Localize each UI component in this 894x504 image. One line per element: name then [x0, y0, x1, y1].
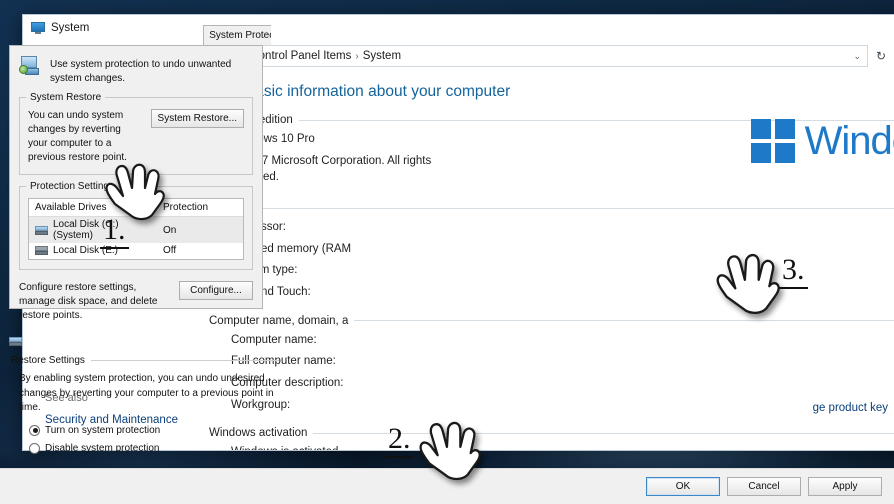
drive-protection-state: Off [163, 245, 177, 256]
system-restore-button[interactable]: System Restore... [150, 109, 244, 128]
group-system-restore: System Restore You can undo system chang… [19, 92, 253, 175]
tab-system-protection[interactable]: System Protection [203, 25, 271, 45]
windows-logo-icon [750, 119, 795, 163]
computer-protection-icon [19, 55, 41, 75]
system-drive-icon [35, 225, 48, 235]
tab-panel-system-protection: Use system protection to undo unwanted s… [9, 45, 263, 321]
section-row: Computer name: [231, 333, 317, 346]
system-restore-description: You can undo system changes by reverting… [28, 110, 127, 163]
drives-list[interactable]: Available Drives Protection Local Disk (… [28, 198, 244, 260]
section-restore-settings: Restore Settings By enabling system prot… [11, 355, 279, 454]
windows-logo-text: Windo [804, 119, 894, 163]
step-number-1: 1. [100, 215, 129, 249]
chevron-down-icon[interactable]: ⌄ [853, 51, 863, 62]
drive-icon [9, 336, 22, 346]
section-windows-activation: Windows activation Windows is activated … [209, 427, 894, 450]
step-number-2: 2. [385, 424, 414, 458]
configure-button[interactable]: Configure... [179, 281, 253, 300]
radio-label: Turn on system protection [45, 424, 161, 436]
change-product-key-link[interactable]: ge product key [813, 402, 888, 414]
section-header: Windows activation [209, 427, 894, 439]
radio-label: Disable system protection [45, 442, 160, 454]
section-title: Restore Settings [11, 355, 85, 366]
restore-settings-description: By enabling system protection, you can u… [19, 373, 274, 413]
section-row: Processor: [231, 219, 894, 236]
radio-indicator[interactable] [29, 442, 40, 454]
breadcrumb-system[interactable]: System [363, 50, 401, 62]
system-properties-dialog: System Properties Computer Name Hardware… [0, 0, 894, 504]
column-available-drives: Available Drives [35, 202, 107, 213]
section-computer-name: Computer name, domain, a Computer name: … [209, 315, 894, 414]
group-legend: Protection Settings [26, 181, 118, 192]
panel-header-text: Use system protection to undo unwanted s… [50, 59, 232, 84]
page-title: View basic information about your comput… [209, 83, 511, 100]
configure-description: Configure restore settings, manage disk … [19, 282, 158, 321]
radio-turn-on-system-protection[interactable]: Turn on system protection [29, 424, 279, 436]
breadcrumb-separator: › [355, 50, 359, 62]
section-row: Workgroup: [231, 398, 291, 411]
table-row[interactable]: Local Disk (C:) (System) On [29, 217, 243, 243]
configure-row: Configure restore settings, manage disk … [19, 281, 253, 323]
drive-icon [35, 246, 48, 255]
dialog-footer: OK Cancel Apply [0, 468, 894, 504]
radio-disable-system-protection[interactable]: Disable system protection [29, 442, 279, 454]
system-protection-local-disk-dialog: System Protection for Local Disk (C:) ✕ … [0, 328, 894, 504]
window-titlebar: System [23, 15, 894, 41]
section-header: Restore Settings [11, 355, 279, 366]
computer-icon [31, 22, 45, 34]
refresh-icon[interactable]: ↻ [871, 46, 891, 66]
group-protection-settings: Protection Settings Available Drives Pro… [19, 181, 253, 270]
section-row: Full computer name: [231, 355, 336, 368]
section-row: Windows is activated [231, 444, 894, 450]
section-row: reserved. [231, 169, 894, 186]
step-number-3: 3. [779, 255, 808, 289]
section-header: Computer name, domain, a [209, 315, 894, 327]
radio-indicator[interactable] [29, 424, 40, 436]
panel-header: Use system protection to undo unwanted s… [19, 55, 253, 85]
column-protection: Protection [163, 202, 209, 213]
windows-logo: Windo [750, 119, 894, 163]
table-row[interactable]: Local Disk (E:) Off [29, 243, 243, 258]
section-row: Computer description: [231, 377, 344, 390]
list-header: Available Drives Protection [29, 199, 243, 217]
group-legend: System Restore [26, 92, 106, 103]
drive-protection-state: On [163, 224, 177, 236]
section-header: System [209, 202, 894, 214]
window-title: System [51, 22, 90, 34]
